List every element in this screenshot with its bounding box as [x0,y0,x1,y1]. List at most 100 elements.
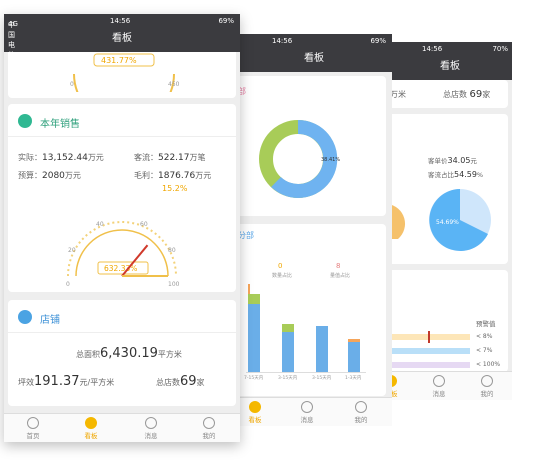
pie-chart: 54.69% [388,189,491,251]
area-unit-text: 万米 [390,90,406,99]
legend-a-value: 0 [278,262,283,270]
message-icon [145,417,157,429]
store-count-value: 69 [180,374,197,389]
message-icon [433,375,445,387]
area-value: 6,430.19 [100,346,158,361]
tab-messages[interactable]: 消息 [414,372,464,398]
legend-a-label: 数量占比 [272,273,293,279]
status-network: 4G [8,20,18,28]
warning-card[interactable]: 预警值 < 8% < 7% < 100% [388,270,508,372]
gauge-tick-0: 0 [66,281,70,288]
margin-label: 毛利： [134,171,158,180]
tab-messages[interactable]: 消息 [126,414,176,440]
tab-messages[interactable]: 消息 [282,398,332,424]
store-count-label: 总店数 [443,90,467,99]
store-count-unit: 家 [482,90,491,99]
annual-sales-card[interactable]: 本年销售 实际：13,152.44万元 客流：522.17万笔 预算：2080万… [8,104,236,292]
tab-bar: 看板 消息 我的 [236,397,392,426]
bar-label: 3-15天内 [278,376,298,381]
avg-price-value: 34.05 [447,156,471,165]
customer-card[interactable]: 客单价34.05元 客流占比54.59% 54.69% [388,114,508,264]
warning-row-2: < 7% [476,347,493,354]
tab-home[interactable]: 首页 [8,414,58,440]
bar-4-top [348,339,360,342]
bar-1 [248,304,260,372]
dashboard-icon [85,417,97,429]
legend-b-value: 8 [336,262,341,270]
status-battery: 69% [370,37,386,45]
gauge-min: 0 [70,81,74,88]
tab-profile[interactable]: 我的 [462,372,512,398]
user-icon [355,401,367,413]
tab-dashboard[interactable]: 看板 [236,398,280,424]
store-count-label: 总店数 [156,378,180,387]
top-gauge-card[interactable]: 431.77% 0 450 [8,52,236,98]
warning-label: 预警值 [476,320,496,328]
stores-card[interactable]: 店铺 总面积6,430.19平方米 坪效191.37元/平方米 总店数69家 [8,300,236,406]
status-battery: 70% [492,45,508,53]
warning-bar-2 [388,348,470,354]
gauge-tick-80: 80 [168,247,176,254]
tab-label: 我的 [480,390,494,398]
status-time: 14:56 [422,45,443,53]
divider [8,136,236,137]
tab-bar: 首页 看板 消息 我的 [4,413,240,442]
tab-dashboard[interactable]: 看板 [388,372,416,398]
sales-gauge: 0 20 40 60 80 100 632.33% [66,221,180,288]
user-icon [481,375,493,387]
bar-2 [282,332,294,372]
message-icon [301,401,313,413]
divider [8,332,236,333]
user-icon [203,417,215,429]
warning-bar-3 [388,362,470,368]
gauge-tick-100: 100 [168,281,180,288]
budget-value: 2080 [42,171,65,181]
gauge-value: 431.77% [101,56,137,65]
status-bar: 14:56 70% [388,42,512,56]
status-time: 14:56 [272,37,293,45]
card-heading: 本年销售 [40,119,80,130]
budget-unit: 万元 [64,171,81,180]
bar-label: 1-3天内 [345,376,362,381]
status-bar: 中国电信 4G 14:56 69% [4,14,240,59]
top-gauge: 431.77% 0 450 [70,53,180,92]
warning-marker [428,331,430,343]
status-time: 14:56 [110,17,131,25]
area-label: 总面积 [76,350,100,359]
sales-icon [18,114,32,128]
tab-label: 消息 [432,390,446,398]
margin-unit: 万元 [195,171,212,180]
gauge-arc [73,73,175,92]
tab-label: 看板 [84,432,98,440]
page-title: 看板 [4,28,240,52]
store-icon [18,310,32,324]
tab-profile[interactable]: 我的 [336,398,386,424]
tab-bar: 看板 消息 我的 [388,371,512,400]
efficiency-unit: 元/平方米 [79,378,115,387]
gauge-tick-20: 20 [68,247,76,254]
distribution-card[interactable]: 分部 0 数量占比 8 量值占比 7-15天内 3-15天内 3-15天内 1-… [236,224,386,396]
traffic-share-label: 客流占比 [428,171,454,179]
efficiency-label: 坪效 [18,378,34,387]
status-battery: 69% [218,17,234,25]
warning-row-3: < 100% [476,361,501,368]
traffic-share-value: 54.59 [454,170,477,179]
category-card[interactable]: 部 38.41% [236,76,386,216]
pie-label: 54.69% [436,219,459,226]
dashboard-icon [249,401,261,413]
phone-screen-1: 中国电信 4G 14:56 69% 看板 431.77% 0 450 本年销售 … [4,14,240,442]
store-count-value: 69 [469,89,483,100]
traffic-share-unit: % [476,171,484,179]
tab-label: 消息 [300,416,314,424]
stores-summary-card[interactable]: 万米 总店数 69家 [388,80,508,108]
card-heading: 店铺 [40,315,60,326]
efficiency-value: 191.37 [34,374,80,389]
tab-label: 我的 [202,432,216,440]
bar-3 [316,326,328,372]
bar-1-top [248,294,260,304]
gauge-tick-60: 60 [140,221,148,228]
tab-profile[interactable]: 我的 [184,414,234,440]
traffic-label: 客流： [134,153,158,162]
tab-dashboard[interactable]: 看板 [66,414,116,440]
page-title: 看板 [236,48,392,72]
